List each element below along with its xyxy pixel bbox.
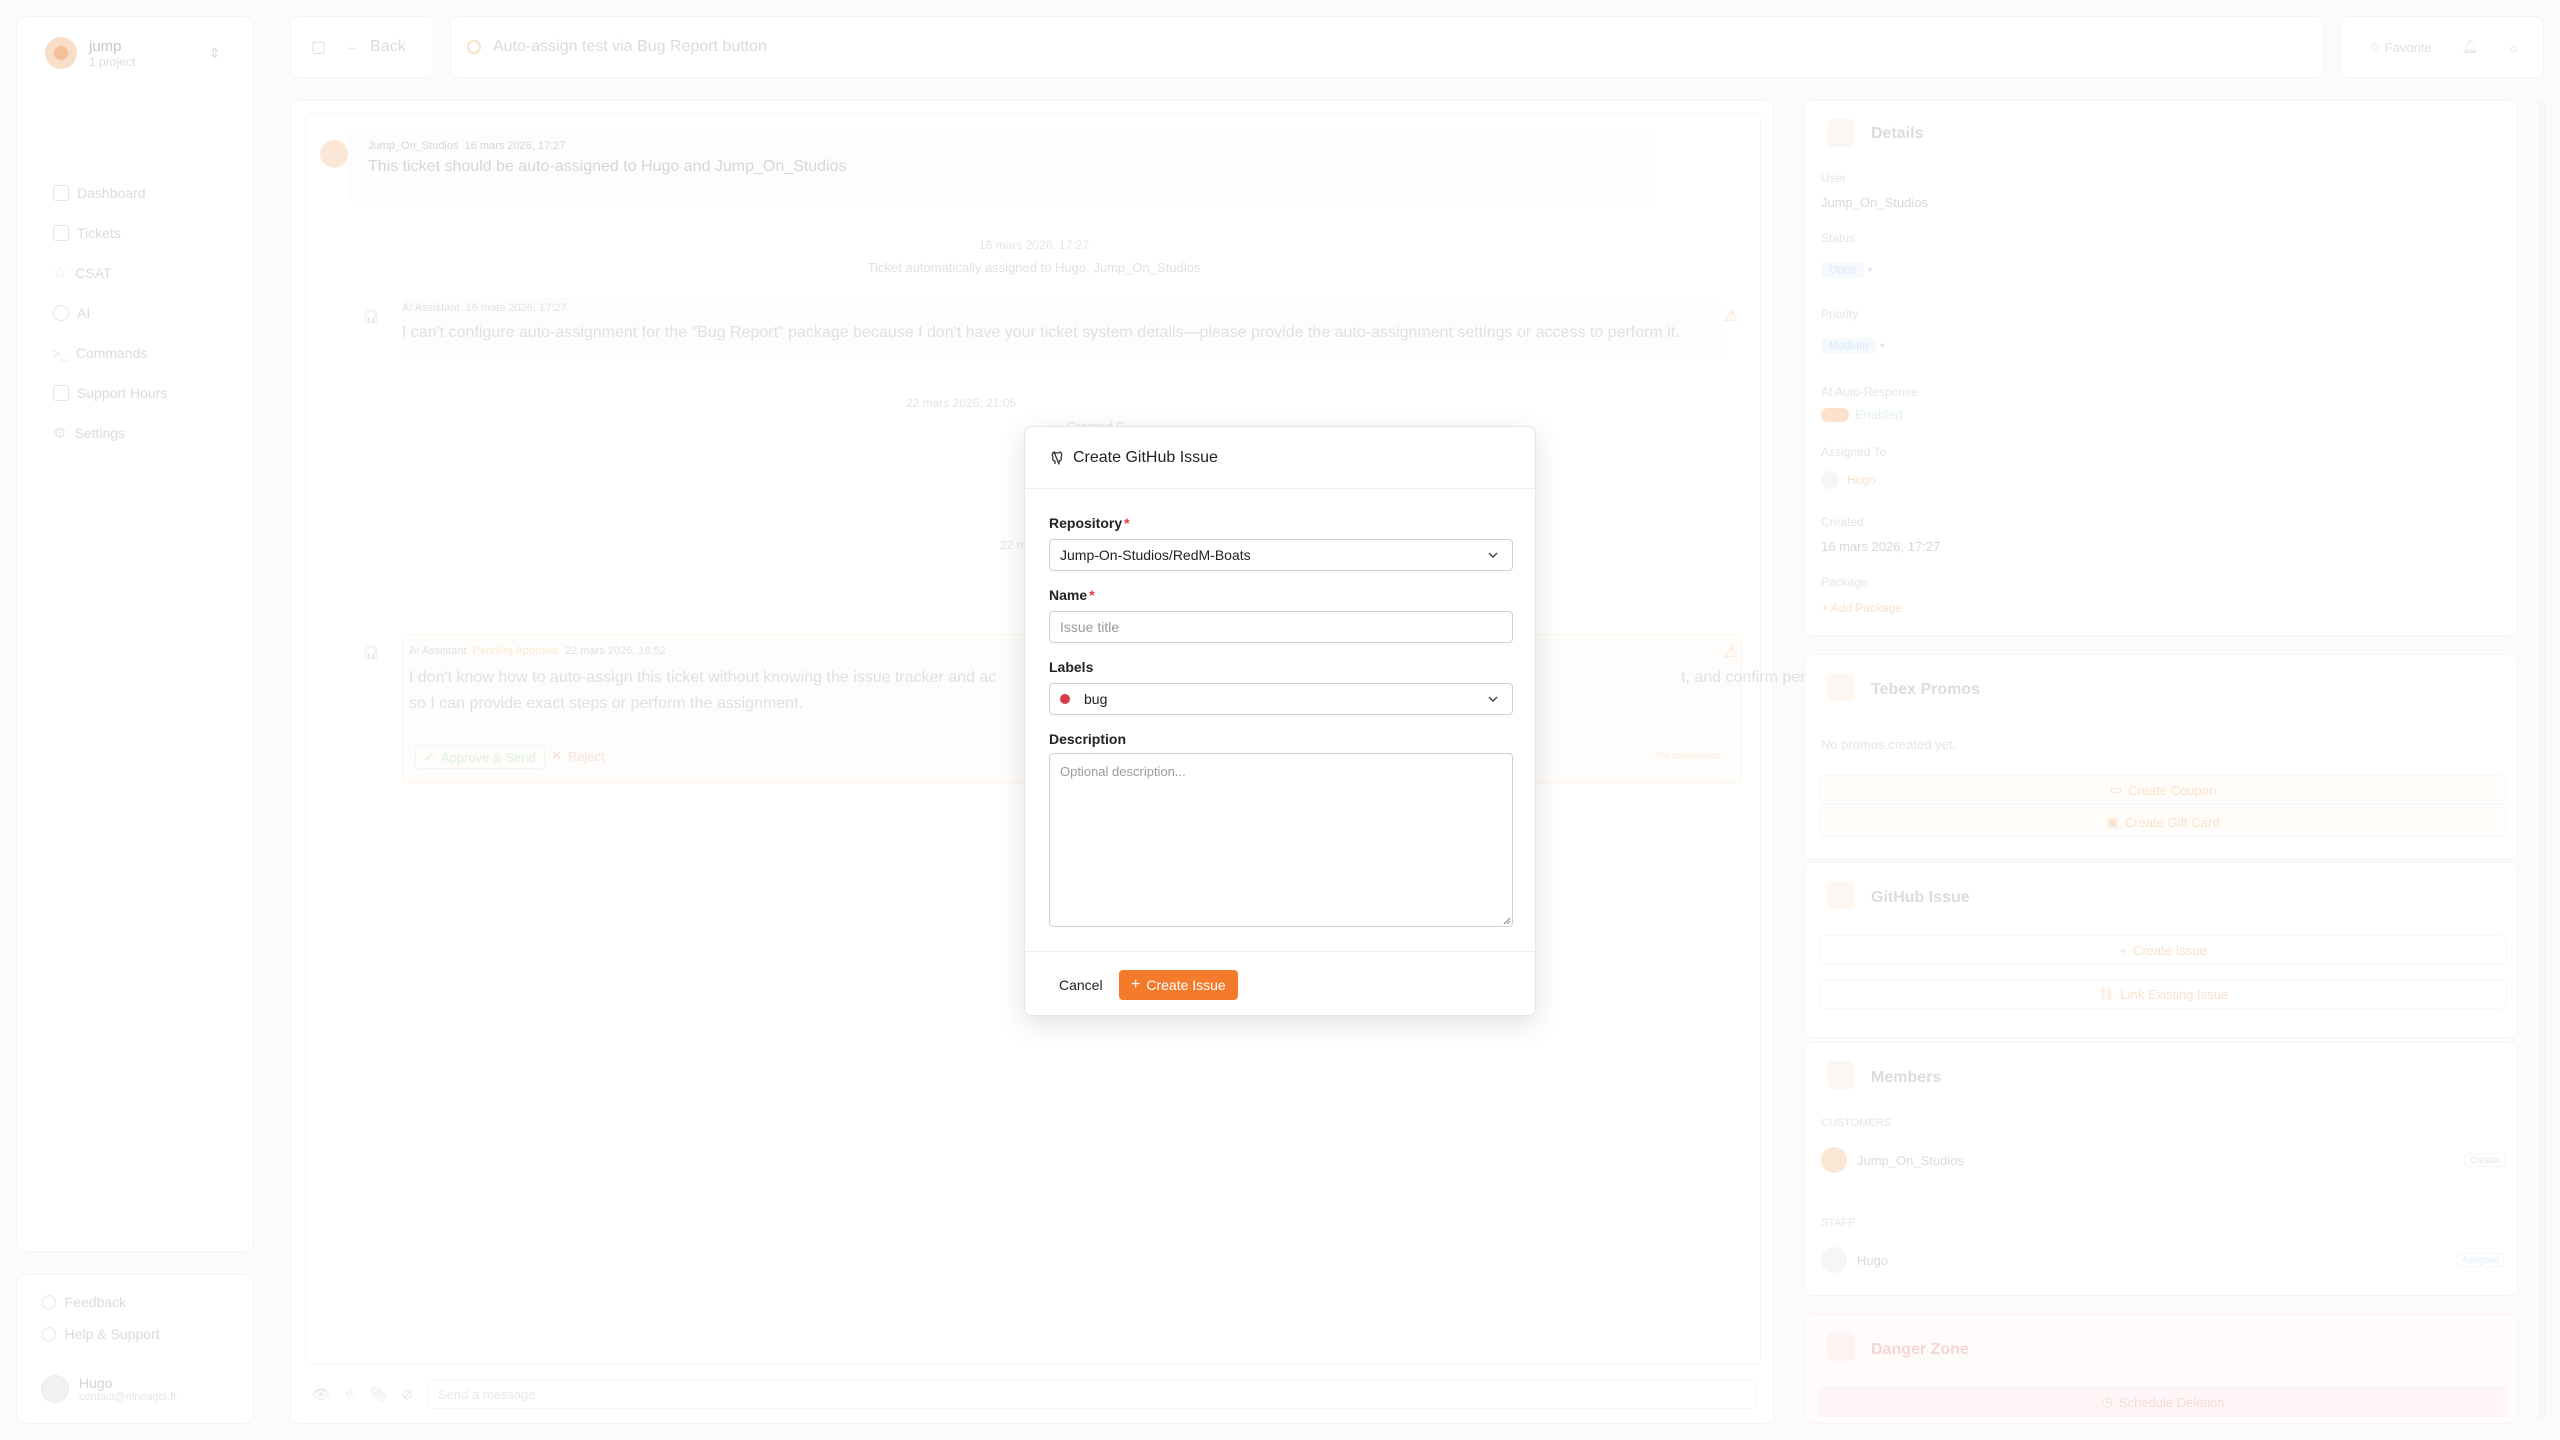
- chevron-down-icon: [1488, 696, 1498, 702]
- issue-name-input[interactable]: [1060, 619, 1512, 635]
- description-textarea[interactable]: [1049, 753, 1513, 927]
- required-asterisk: *: [1124, 515, 1130, 531]
- create-issue-submit-button[interactable]: + Create Issue: [1119, 970, 1238, 1000]
- required-asterisk: *: [1089, 587, 1095, 603]
- label-color-dot: [1060, 694, 1070, 704]
- description-label: Description: [1049, 731, 1127, 747]
- create-issue-submit-label: Create Issue: [1146, 977, 1226, 993]
- labels-label: Labels: [1049, 659, 1094, 675]
- repository-label: Repository *: [1049, 515, 1130, 531]
- chevron-down-icon: [1488, 552, 1498, 558]
- github-icon: [1051, 450, 1063, 465]
- repository-select[interactable]: Jump-On-Studios/RedM-Boats: [1049, 539, 1513, 571]
- dialog-title: Create GitHub Issue: [1073, 448, 1218, 466]
- labels-select[interactable]: bug: [1049, 683, 1513, 715]
- cancel-button[interactable]: Cancel: [1049, 970, 1113, 1000]
- repository-value: Jump-On-Studios/RedM-Boats: [1060, 547, 1251, 563]
- name-label: Name *: [1049, 587, 1095, 603]
- dialog-header: Create GitHub Issue: [1025, 427, 1535, 489]
- issue-name-field: [1049, 611, 1513, 643]
- resize-grip-icon[interactable]: [1501, 915, 1511, 925]
- dialog-footer: Cancel + Create Issue: [1025, 951, 1535, 1017]
- labels-value: bug: [1084, 691, 1108, 707]
- repository-label-text: Repository: [1049, 515, 1123, 531]
- plus-icon: +: [1131, 976, 1141, 993]
- name-label-text: Name: [1049, 587, 1088, 603]
- create-github-issue-dialog: Create GitHub Issue Repository * Jump-On-…: [1024, 426, 1536, 1016]
